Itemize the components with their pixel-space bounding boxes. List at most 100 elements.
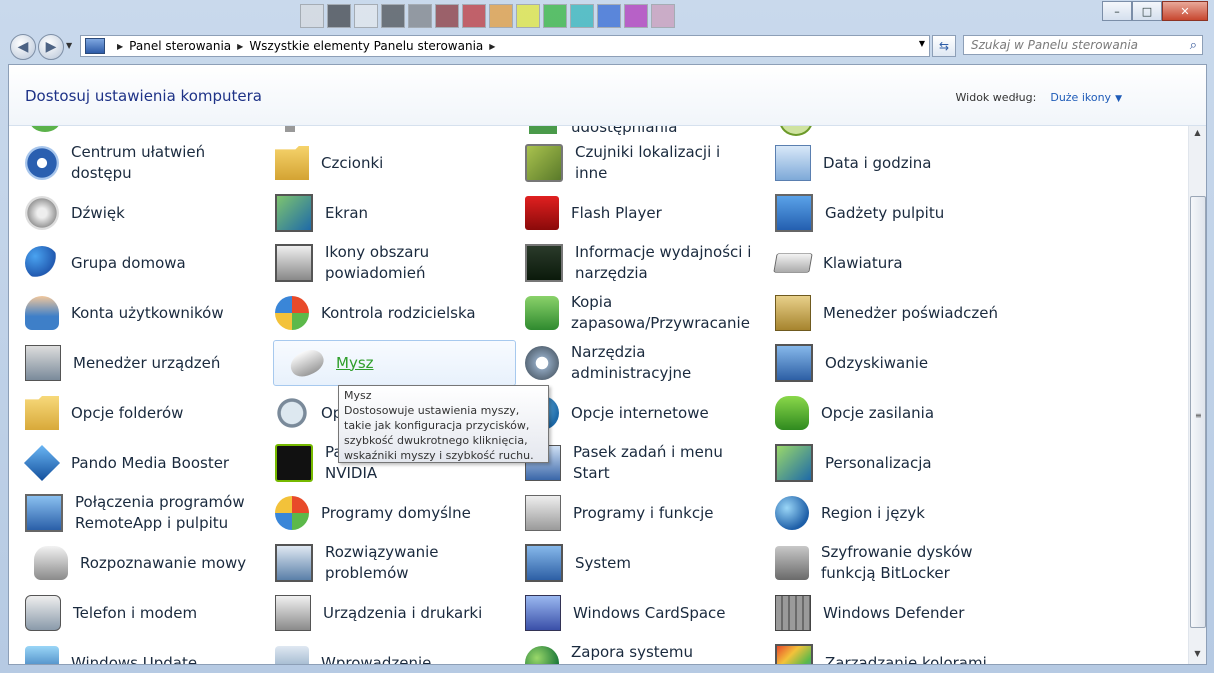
refresh-button[interactable]: ⇆ xyxy=(932,35,956,57)
item-label[interactable]: Rozpoznawanie mowy xyxy=(80,553,246,574)
item-label[interactable]: Konta użytkowników xyxy=(71,303,224,324)
item-label[interactable]: Telefon i modem xyxy=(73,603,197,624)
control-panel-item[interactable]: Ekran xyxy=(259,190,504,236)
vertical-scrollbar[interactable]: ▲ ≡ ▼ xyxy=(1188,126,1206,664)
maximize-button[interactable]: □ xyxy=(1132,1,1162,21)
control-panel-item[interactable]: Szyfrowanie dysków funkcją BitLocker xyxy=(759,540,1004,586)
item-label[interactable]: Opcje internetowe xyxy=(571,403,709,424)
control-panel-item[interactable]: Czcionki xyxy=(259,140,504,186)
item-label[interactable]: Klawiatura xyxy=(823,253,903,274)
control-panel-item[interactable]: Menedżer urządzeń xyxy=(9,340,254,386)
control-panel-item[interactable]: Klawiatura xyxy=(759,240,1004,286)
address-dropdown-icon[interactable]: ▼ xyxy=(919,39,925,48)
control-panel-item[interactable]: Grupa domowa xyxy=(9,240,254,286)
control-panel-item[interactable]: Ikony obszaru powiadomień xyxy=(259,240,504,286)
control-panel-item[interactable]: Informacje wydajności i narzędzia xyxy=(509,240,754,286)
control-panel-item[interactable]: Kontrola rodzicielska xyxy=(259,290,504,336)
control-panel-item[interactable]: Menedżer poświadczeń xyxy=(759,290,1004,336)
item-label[interactable]: Data i godzina xyxy=(823,153,931,174)
control-panel-item[interactable]: Centrum ułatwień dostępu xyxy=(9,140,254,186)
breadcrumb-all-items[interactable]: Wszystkie elementy Panelu sterowania xyxy=(249,39,483,53)
item-label[interactable]: Odzyskiwanie xyxy=(825,353,928,374)
control-panel-item[interactable]: Rozpoznawanie mowy xyxy=(9,540,254,586)
item-label[interactable]: System xyxy=(575,553,631,574)
item-label[interactable]: Wprowadzenie xyxy=(321,653,431,665)
control-panel-item[interactable]: Programy domyślne xyxy=(259,490,504,536)
item-label[interactable]: Szyfrowanie dysków funkcją BitLocker xyxy=(821,542,1004,584)
control-panel-item[interactable]: Zarządzanie kolorami xyxy=(759,640,1004,665)
control-panel-item[interactable]: Rozwiązywanie problemów xyxy=(259,540,504,586)
control-panel-item[interactable]: Odzyskiwanie xyxy=(759,340,1004,386)
item-label[interactable]: Zapora systemu Windows xyxy=(571,642,754,664)
control-panel-item[interactable]: Personalizacja xyxy=(759,440,1004,486)
item-label[interactable]: Gadżety pulpitu xyxy=(825,203,944,224)
close-button[interactable]: ✕ xyxy=(1162,1,1208,21)
search-input[interactable]: Szukaj w Panelu sterowania ⌕ xyxy=(963,35,1203,55)
forward-button[interactable]: ▶ xyxy=(38,34,64,60)
control-panel-item[interactable]: Telefon i modem xyxy=(9,590,254,636)
control-panel-item[interactable]: Windows Defender xyxy=(759,590,1004,636)
item-label[interactable]: Windows Defender xyxy=(823,603,964,624)
item-label[interactable]: Połączenia programów RemoteApp i pulpitu xyxy=(75,492,254,534)
item-label[interactable]: Pasek zadań i menu Start xyxy=(573,442,754,484)
control-panel-item[interactable]: Programy i funkcje xyxy=(509,490,754,536)
back-button[interactable]: ◀ xyxy=(10,34,36,60)
control-panel-item[interactable]: Opcje zasilania xyxy=(759,390,1004,436)
control-panel-item[interactable]: Urządzenia i drukarki xyxy=(259,590,504,636)
control-panel-item[interactable]: Połączenia programów RemoteApp i pulpitu xyxy=(9,490,254,536)
search-icon[interactable]: ⌕ xyxy=(1190,38,1197,53)
breadcrumb-control-panel[interactable]: Panel sterowania xyxy=(129,39,231,53)
item-label[interactable]: Kontrola rodzicielska xyxy=(321,303,476,324)
scroll-down-icon[interactable]: ▼ xyxy=(1191,649,1204,662)
item-label[interactable]: Informacje wydajności i narzędzia xyxy=(575,242,754,284)
item-label[interactable]: Programy domyślne xyxy=(321,503,471,524)
item-label[interactable]: Mysz xyxy=(336,353,374,374)
item-label[interactable]: Czcionki xyxy=(321,153,383,174)
item-label[interactable]: Flash Player xyxy=(571,203,662,224)
item-label[interactable]: Opcje zasilania xyxy=(821,403,934,424)
control-panel-item[interactable]: Konta użytkowników xyxy=(9,290,254,336)
partial-item-label[interactable]: udostępniania xyxy=(571,126,677,136)
control-panel-item[interactable]: Flash Player xyxy=(509,190,754,236)
control-panel-item[interactable]: Dźwięk xyxy=(9,190,254,236)
control-panel-item[interactable]: Narzędzia administracyjne xyxy=(509,340,754,386)
view-mode-link[interactable]: Duże ikony xyxy=(1050,91,1111,104)
item-label[interactable]: Opcje folderów xyxy=(71,403,183,424)
control-panel-item[interactable]: Region i język xyxy=(759,490,1004,536)
control-panel-item[interactable]: Pando Media Booster xyxy=(9,440,254,486)
item-label[interactable]: Centrum ułatwień dostępu xyxy=(71,142,254,184)
item-label[interactable]: Zarządzanie kolorami xyxy=(825,653,987,665)
item-label[interactable]: Urządzenia i drukarki xyxy=(323,603,482,624)
item-label[interactable]: Personalizacja xyxy=(825,453,932,474)
item-label[interactable]: Pando Media Booster xyxy=(71,453,229,474)
item-label[interactable]: Menedżer poświadczeń xyxy=(823,303,998,324)
scroll-up-icon[interactable]: ▲ xyxy=(1191,128,1204,141)
control-panel-item[interactable]: Data i godzina xyxy=(759,140,1004,186)
control-panel-item[interactable]: Opcje folderów xyxy=(9,390,254,436)
control-panel-item[interactable]: Czujniki lokalizacji i inne xyxy=(509,140,754,186)
dropdown-arrow-icon[interactable]: ▼ xyxy=(1115,94,1122,104)
address-bar[interactable]: ▶ Panel sterowania ▶ Wszystkie elementy … xyxy=(80,35,930,57)
recent-pages-dropdown[interactable]: ▼ xyxy=(66,41,72,50)
control-panel-item[interactable]: Kopia zapasowa/Przywracanie xyxy=(509,290,754,336)
item-label[interactable]: Windows Update xyxy=(71,653,197,665)
control-panel-item[interactable]: Mysz xyxy=(273,340,516,386)
minimize-button[interactable]: – xyxy=(1102,1,1132,21)
item-label[interactable]: Programy i funkcje xyxy=(573,503,714,524)
item-label[interactable]: Dźwięk xyxy=(71,203,125,224)
item-label[interactable]: Ekran xyxy=(325,203,368,224)
item-label[interactable]: Rozwiązywanie problemów xyxy=(325,542,504,584)
scroll-thumb[interactable]: ≡ xyxy=(1190,196,1206,628)
control-panel-item[interactable]: Windows Update xyxy=(9,640,254,665)
item-label[interactable]: Region i język xyxy=(821,503,925,524)
control-panel-item[interactable]: Zapora systemu Windows xyxy=(509,640,754,664)
control-panel-item[interactable]: Windows CardSpace xyxy=(509,590,754,636)
item-label[interactable]: Grupa domowa xyxy=(71,253,186,274)
item-label[interactable]: Ikony obszaru powiadomień xyxy=(325,242,504,284)
control-panel-item[interactable]: Wprowadzenie xyxy=(259,640,504,665)
item-label[interactable]: Menedżer urządzeń xyxy=(73,353,220,374)
item-label[interactable]: Windows CardSpace xyxy=(573,603,726,624)
item-label[interactable]: Czujniki lokalizacji i inne xyxy=(575,142,754,184)
control-panel-item[interactable]: System xyxy=(509,540,754,586)
control-panel-item[interactable]: Gadżety pulpitu xyxy=(759,190,1004,236)
